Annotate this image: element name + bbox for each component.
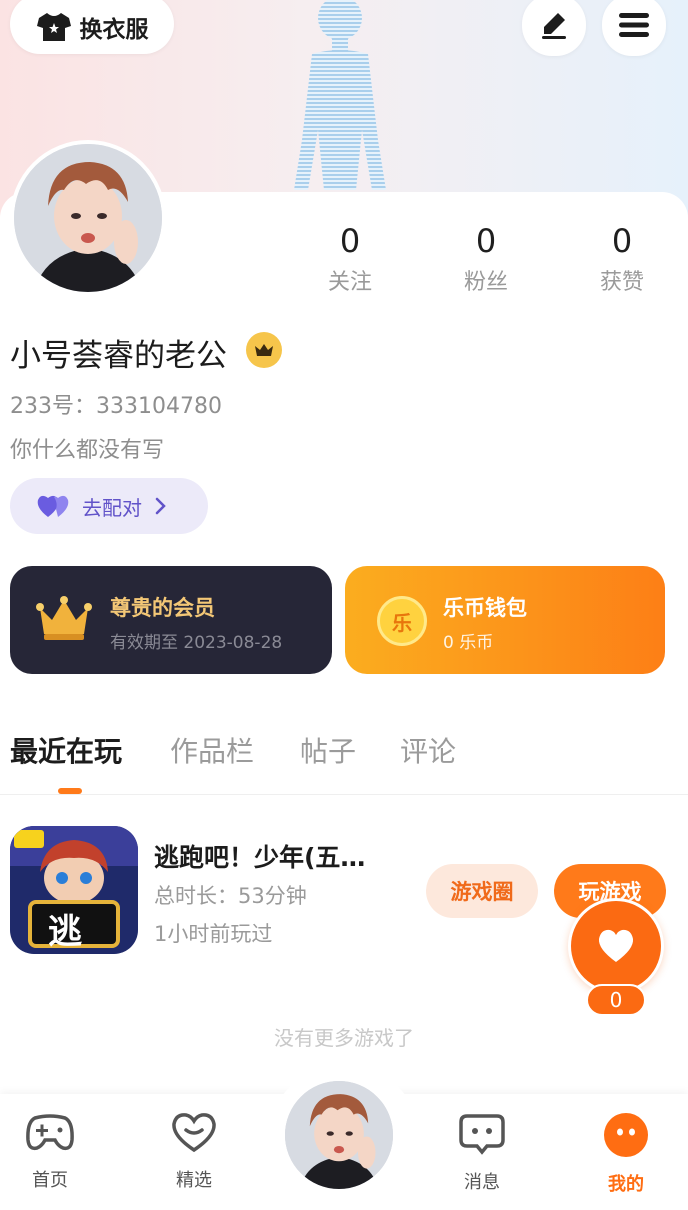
divider <box>0 794 688 795</box>
stat-following-label: 关注 <box>327 270 372 295</box>
vip-badge[interactable] <box>246 332 282 368</box>
user-id: 233号：333104780 <box>10 394 222 419</box>
stat-following-value: 0 <box>339 222 361 260</box>
crown-icon <box>254 342 274 358</box>
nav-home[interactable]: 首页 <box>10 1112 90 1192</box>
nickname: 小号荟睿的老公 <box>10 338 227 374</box>
vip-card[interactable]: 尊贵的会员 有效期至 2023-08-28 <box>10 566 332 674</box>
nav-messages-label: 消息 <box>464 1172 500 1193</box>
content-tabs: 最近在玩 作品栏 帖子 评论 <box>0 726 688 794</box>
stat-fans-value: 0 <box>475 222 497 260</box>
game-circle-button[interactable]: 游戏圈 <box>426 864 538 918</box>
change-outfit-button[interactable]: 换衣服 <box>10 0 174 54</box>
wallet-card[interactable]: 乐 乐币钱包 0 乐币 <box>345 566 665 674</box>
pair-label: 去配对 <box>82 495 142 520</box>
shirt-icon <box>36 11 72 43</box>
stat-likes-value: 0 <box>611 222 633 260</box>
nav-home-label: 首页 <box>32 1170 68 1191</box>
stat-likes-label: 获赞 <box>599 270 644 295</box>
gamepad-icon <box>25 1112 75 1154</box>
tab-works[interactable]: 作品栏 <box>170 730 254 770</box>
game-icon-char: 逃 <box>48 912 82 952</box>
stat-fans-label: 粉丝 <box>463 270 508 295</box>
face-icon <box>603 1112 649 1158</box>
nav-mine[interactable]: 我的 <box>586 1112 666 1196</box>
nav-center-avatar[interactable] <box>282 1078 396 1192</box>
heart-icon <box>596 928 636 964</box>
menu-button[interactable] <box>602 0 666 56</box>
hearts-icon <box>36 493 70 519</box>
pair-button[interactable]: 去配对 <box>10 478 208 534</box>
avatar-image <box>14 144 162 292</box>
game-icon[interactable]: 逃 <box>10 826 138 954</box>
change-outfit-label: 换衣服 <box>79 17 149 43</box>
wallet-balance: 0 乐币 <box>443 633 494 653</box>
nav-messages[interactable]: 消息 <box>442 1112 522 1194</box>
game-last-played: 1小时前玩过 <box>154 922 273 946</box>
chat-icon <box>457 1112 507 1156</box>
bio: 你什么都没有写 <box>10 438 165 463</box>
game-duration: 总时长：53分钟 <box>154 884 307 908</box>
avatar-figure-silhouette <box>294 0 386 190</box>
stat-following[interactable]: 0 关注 <box>295 222 405 296</box>
stat-fans[interactable]: 0 粉丝 <box>431 222 541 296</box>
vip-expiry: 有效期至 2023-08-28 <box>110 633 283 653</box>
coin-icon: 乐 <box>377 596 427 646</box>
game-title[interactable]: 逃跑吧！少年(五… <box>154 838 365 874</box>
stat-likes[interactable]: 0 获赞 <box>567 222 677 296</box>
chevron-right-icon <box>154 496 168 516</box>
avatar[interactable] <box>10 140 166 296</box>
tab-recent[interactable]: 最近在玩 <box>10 730 122 770</box>
pen-icon <box>538 9 570 41</box>
nav-mine-label: 我的 <box>608 1174 644 1195</box>
wallet-title: 乐币钱包 <box>443 596 527 620</box>
edit-profile-button[interactable] <box>522 0 586 56</box>
vip-title: 尊贵的会员 <box>110 596 215 620</box>
like-button[interactable] <box>568 898 664 994</box>
heart-outline-icon <box>169 1112 219 1154</box>
tab-comments[interactable]: 评论 <box>400 730 456 770</box>
nav-avatar-image <box>285 1081 393 1189</box>
no-more-games: 没有更多游戏了 <box>274 1026 414 1050</box>
menu-icon <box>618 11 650 39</box>
coin-glyph: 乐 <box>392 610 412 635</box>
gold-crown-icon <box>36 596 92 642</box>
nav-featured[interactable]: 精选 <box>154 1112 234 1192</box>
nav-featured-label: 精选 <box>176 1170 212 1191</box>
like-count: 0 <box>586 984 646 1016</box>
tab-posts[interactable]: 帖子 <box>300 730 356 770</box>
